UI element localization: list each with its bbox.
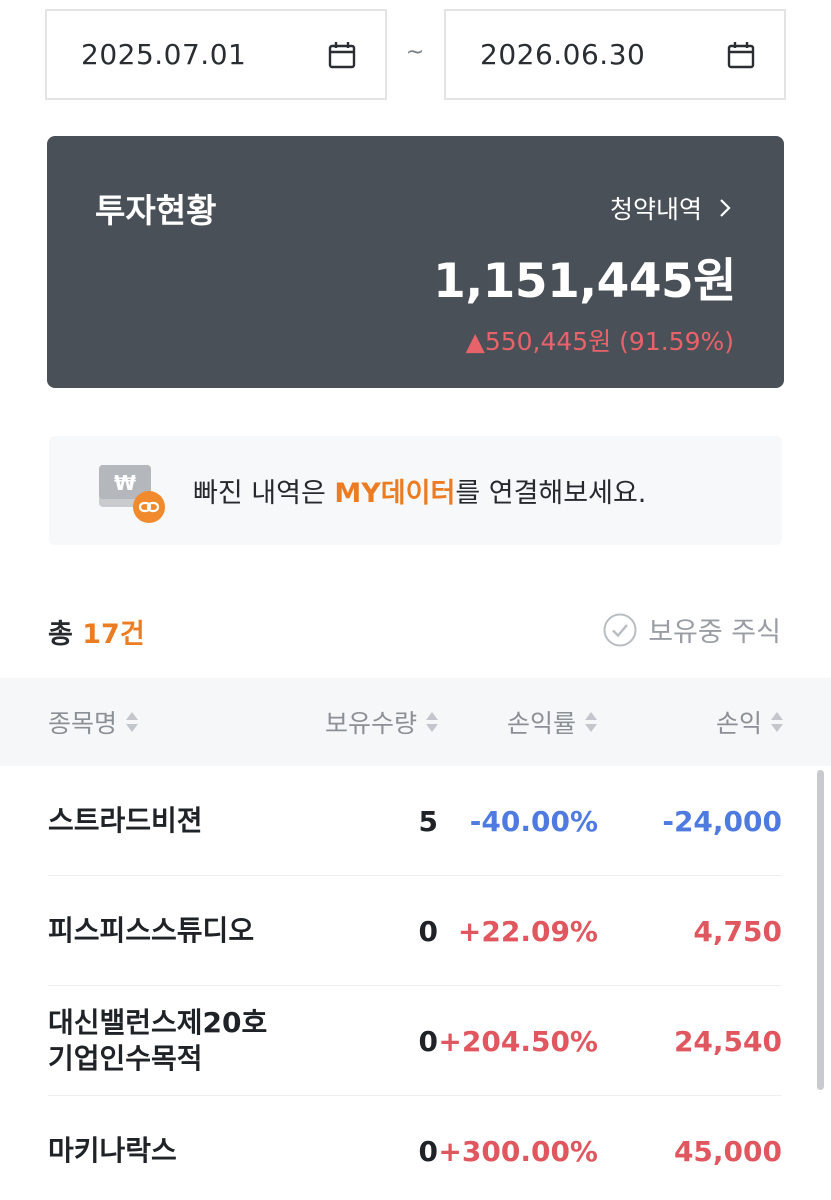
sort-icon [585,712,597,732]
sort-icon [771,712,783,732]
banner-text-before: 빠진 내역은 [193,478,335,509]
table-row[interactable]: 마키나락스 0 +300.00% 45,000 [48,1096,782,1200]
list-scrollbar[interactable] [817,770,824,1090]
wallet-link-icon: ₩ [99,464,165,523]
holding-stocks-filter[interactable]: 보유중 주식 [602,610,781,649]
column-header-quantity[interactable]: 보유수량 [325,678,439,766]
summary-title: 투자현황 [95,191,217,230]
start-date-value: 2025.07.01 [81,38,247,71]
count-prefix: 총 [48,619,83,650]
total-amount: 1,151,445원 [433,254,736,309]
end-date-picker[interactable]: 2026.06.30 [444,9,786,100]
stock-name: 대신밸런스제20호 기업인수목적 [48,1006,268,1075]
stock-name: 마키나락스 [48,1134,177,1167]
date-separator: ~ [405,40,425,65]
count-value: 17건 [82,619,145,650]
subscription-history-label: 청약내역 [609,195,702,224]
sort-icon [426,712,438,732]
column-label: 종목명 [48,709,118,738]
profit-amount: -24,000 [662,804,782,838]
stock-name: 스트라드비젼 [48,804,203,837]
holding-quantity: 5 [418,804,438,838]
holding-quantity: 0 [418,1134,438,1168]
banner-message: 빠진 내역은 MY데이터를 연결해보세요. [193,471,646,510]
return-rate: +22.09% [457,914,598,948]
subscription-history-link[interactable]: 청약내역 [610,190,732,226]
table-header: 종목명 보유수량 손익률 손익 [0,678,831,766]
table-row[interactable]: 피스피스스튜디오 0 +22.09% 4,750 [48,876,782,986]
column-label: 보유수량 [324,709,417,738]
investment-summary-card: 투자현황 청약내역 1,151,445원 ▲550,445원 (91.59%) [47,136,784,388]
profit-change: ▲550,445원 (91.59%) [465,327,734,356]
profit-amount: 4,750 [693,914,782,948]
sort-icon [126,712,139,732]
column-label: 손익률 [506,709,576,738]
holding-filter-label: 보유중 주식 [648,617,781,648]
holding-quantity: 0 [418,1024,438,1058]
profit-amount: 24,540 [673,1024,782,1058]
holding-quantity: 0 [418,914,438,948]
column-header-profit[interactable]: 손익 [716,678,784,766]
table-row[interactable]: 대신밸런스제20호 기업인수목적 0 +204.50% 24,540 [48,986,782,1096]
return-rate: -40.00% [469,804,598,838]
table-row[interactable]: 스트라드비젼 5 -40.00% -24,000 [48,766,782,876]
start-date-picker[interactable]: 2025.07.01 [45,9,387,100]
mydata-connect-banner[interactable]: ₩ 빠진 내역은 MY데이터를 연결해보세요. [49,436,782,545]
calendar-icon[interactable] [726,40,756,70]
check-circle-icon [603,613,637,646]
svg-text:₩: ₩ [114,471,136,495]
profit-amount: 45,000 [673,1134,782,1168]
calendar-icon[interactable] [327,40,357,70]
return-rate: +204.50% [438,1024,598,1058]
banner-highlight: MY데이터 [334,478,456,509]
return-rate: +300.00% [438,1134,598,1168]
column-label: 손익 [715,709,762,738]
column-header-name[interactable]: 종목명 [48,678,139,766]
column-header-return-rate[interactable]: 손익률 [507,678,598,766]
chevron-right-icon [720,199,731,217]
banner-text-after: 를 연결해보세요. [455,478,647,509]
end-date-value: 2026.06.30 [480,38,646,71]
stock-name: 피스피스스튜디오 [48,914,255,947]
total-count: 총 17건 [48,612,145,651]
